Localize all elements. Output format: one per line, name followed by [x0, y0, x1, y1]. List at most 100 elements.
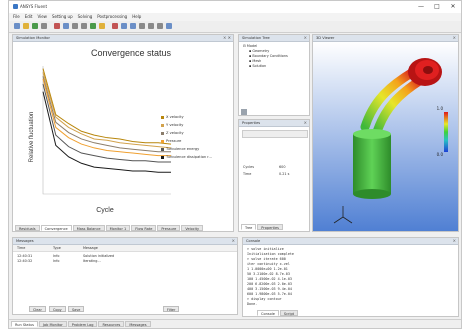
colorbar-max-label: 1.0 [437, 106, 444, 111]
viewport-canvas[interactable]: 1.0 0.0 [313, 42, 458, 232]
tab-flow-rate[interactable]: Flow Rate [131, 225, 157, 231]
menu-edit[interactable]: Edit [25, 13, 33, 21]
legend-swatch [161, 155, 164, 159]
status-bar: Run Status Job Monitor Problem Log Resource… [9, 319, 461, 328]
tab-script[interactable]: Script [279, 310, 299, 316]
tab-residuals[interactable]: Residuals [15, 225, 40, 231]
viewport-header: 3D Viewer × [313, 35, 458, 42]
panel-close-icon[interactable]: × [304, 35, 307, 40]
panel-close-icon[interactable]: × [232, 238, 235, 243]
minimize-button[interactable]: — [417, 3, 425, 10]
console-title: Console [246, 239, 261, 243]
properties-tabs: Tree Properties [241, 224, 283, 230]
filter-button[interactable]: Filter [163, 306, 180, 312]
window-title: ANSYS Fluent [20, 4, 48, 9]
message-row-time: 12:40:32 [17, 259, 33, 263]
menu-postprocessing[interactable]: Postprocessing [97, 13, 127, 21]
console-line: 200 6.8200e-03 2.0e-03 [247, 282, 292, 286]
status-tab-messages[interactable]: Messages [125, 321, 151, 327]
menu-view[interactable]: View [37, 13, 47, 21]
tab-convergence[interactable]: Convergence [40, 225, 72, 231]
menu-solving[interactable]: Solving [78, 13, 93, 21]
legend-label: Y velocity [166, 123, 184, 127]
console-line: > solve iterate 600 [247, 257, 286, 261]
console-header: Console × [243, 238, 458, 245]
save-button[interactable]: Save [68, 306, 85, 312]
panel-close-icon[interactable]: × [453, 35, 456, 40]
properties-header: Properties × [239, 120, 309, 127]
panel-close-icon[interactable]: × [453, 238, 456, 243]
pause-icon[interactable] [99, 23, 105, 29]
tree-item-model[interactable]: ⊟ Model [243, 44, 257, 48]
console-line: 600 1.9800e-03 5.7e-04 [247, 292, 292, 296]
property-value-cycles: 600 [279, 165, 286, 169]
open-icon[interactable] [23, 23, 29, 29]
menu-help[interactable]: Help [132, 13, 141, 21]
legend-swatch [161, 123, 164, 127]
settings-icon[interactable] [157, 23, 163, 29]
maximize-button[interactable]: □ [433, 3, 441, 10]
help-icon[interactable] [166, 23, 172, 29]
console-line: iter continuity x-vel [247, 262, 290, 266]
undo-icon[interactable] [72, 23, 78, 29]
panel-close-icon[interactable]: × ✕ [223, 35, 231, 40]
status-tab-problem-log[interactable]: Problem Log [67, 321, 98, 327]
console-panel: Console × > solve initialize Initializat… [242, 237, 459, 317]
legend-label: Pressure [166, 139, 182, 143]
status-tab-job-monitor[interactable]: Job Monitor [38, 321, 67, 327]
convergence-panel: Simulation Monitor × ✕ Convergence statu… [12, 34, 234, 232]
convergence-chart: Convergence status Relative fluctuation … [29, 48, 172, 214]
rotate-icon[interactable] [139, 23, 145, 29]
run-icon[interactable] [90, 23, 96, 29]
stop-icon[interactable] [112, 23, 118, 29]
paste-icon[interactable] [63, 23, 69, 29]
console-line: > solve initialize [247, 247, 284, 251]
simulation-tree-panel: Simulation Tree × ⊟ Model ▪ Geometry ▪ B… [238, 34, 310, 116]
redo-icon[interactable] [81, 23, 87, 29]
panel-close-icon[interactable]: × [304, 120, 307, 125]
tree-item-solution[interactable]: ▪ Solution [249, 64, 266, 68]
save-icon[interactable] [32, 23, 38, 29]
status-tab-resources[interactable]: Resources [98, 321, 125, 327]
message-row-text: Solution initialized [83, 254, 115, 258]
property-label-time: Time [243, 172, 252, 176]
console-line: 50 3.2100e-02 8.7e-03 [247, 272, 290, 276]
new-icon[interactable] [14, 23, 20, 29]
series-line-2 [42, 72, 172, 149]
tab-properties[interactable]: Properties [257, 224, 283, 230]
close-button[interactable]: ✕ [449, 3, 457, 10]
menu-setting-up[interactable]: Setting up [52, 13, 73, 21]
print-icon[interactable] [41, 23, 47, 29]
series-line-4 [42, 78, 171, 157]
tree-item-mesh[interactable]: ▪ Mesh [249, 59, 261, 63]
properties-toolbar [242, 130, 308, 138]
settings-icon[interactable] [241, 109, 247, 115]
legend-swatch [161, 139, 164, 143]
copy-icon[interactable] [54, 23, 60, 29]
tree-item-boundary-conditions[interactable]: ▪ Boundary Conditions [249, 54, 288, 58]
legend-swatch [161, 147, 164, 151]
menu-file[interactable]: File [13, 13, 20, 21]
console-line: 1 1.0000e+00 1.2e-01 [247, 267, 288, 271]
tree-item-geometry[interactable]: ▪ Geometry [249, 49, 269, 53]
tab-velocity[interactable]: Velocity [181, 225, 204, 231]
legend-label: Z velocity [166, 131, 184, 135]
tab-mass-balance[interactable]: Mass Balance [72, 225, 105, 231]
fit-icon[interactable] [130, 23, 136, 29]
console-line: > display contour [247, 297, 282, 301]
tab-monitor-1[interactable]: Monitor 1 [105, 225, 131, 231]
pan-icon[interactable] [148, 23, 154, 29]
status-tab-run-status[interactable]: Run Status [11, 321, 38, 327]
tab-console[interactable]: Console [257, 310, 279, 316]
viewport-panel: 3D Viewer × 1.0 0.0 [312, 34, 459, 232]
status-tabs: Run Status Job Monitor Problem Log Resource… [11, 321, 151, 327]
zoom-icon[interactable] [121, 23, 127, 29]
clear-button[interactable]: Clear [29, 306, 46, 312]
property-value-time: 0.21 s [279, 172, 290, 176]
tab-pressure[interactable]: Pressure [157, 225, 181, 231]
outlet-cap-hole [423, 66, 433, 74]
tab-tree[interactable]: Tree [241, 224, 257, 230]
copy-button[interactable]: Copy [49, 306, 66, 312]
property-label-cycles: Cycles [243, 165, 255, 169]
simulation-tree-header: Simulation Tree × [239, 35, 309, 42]
